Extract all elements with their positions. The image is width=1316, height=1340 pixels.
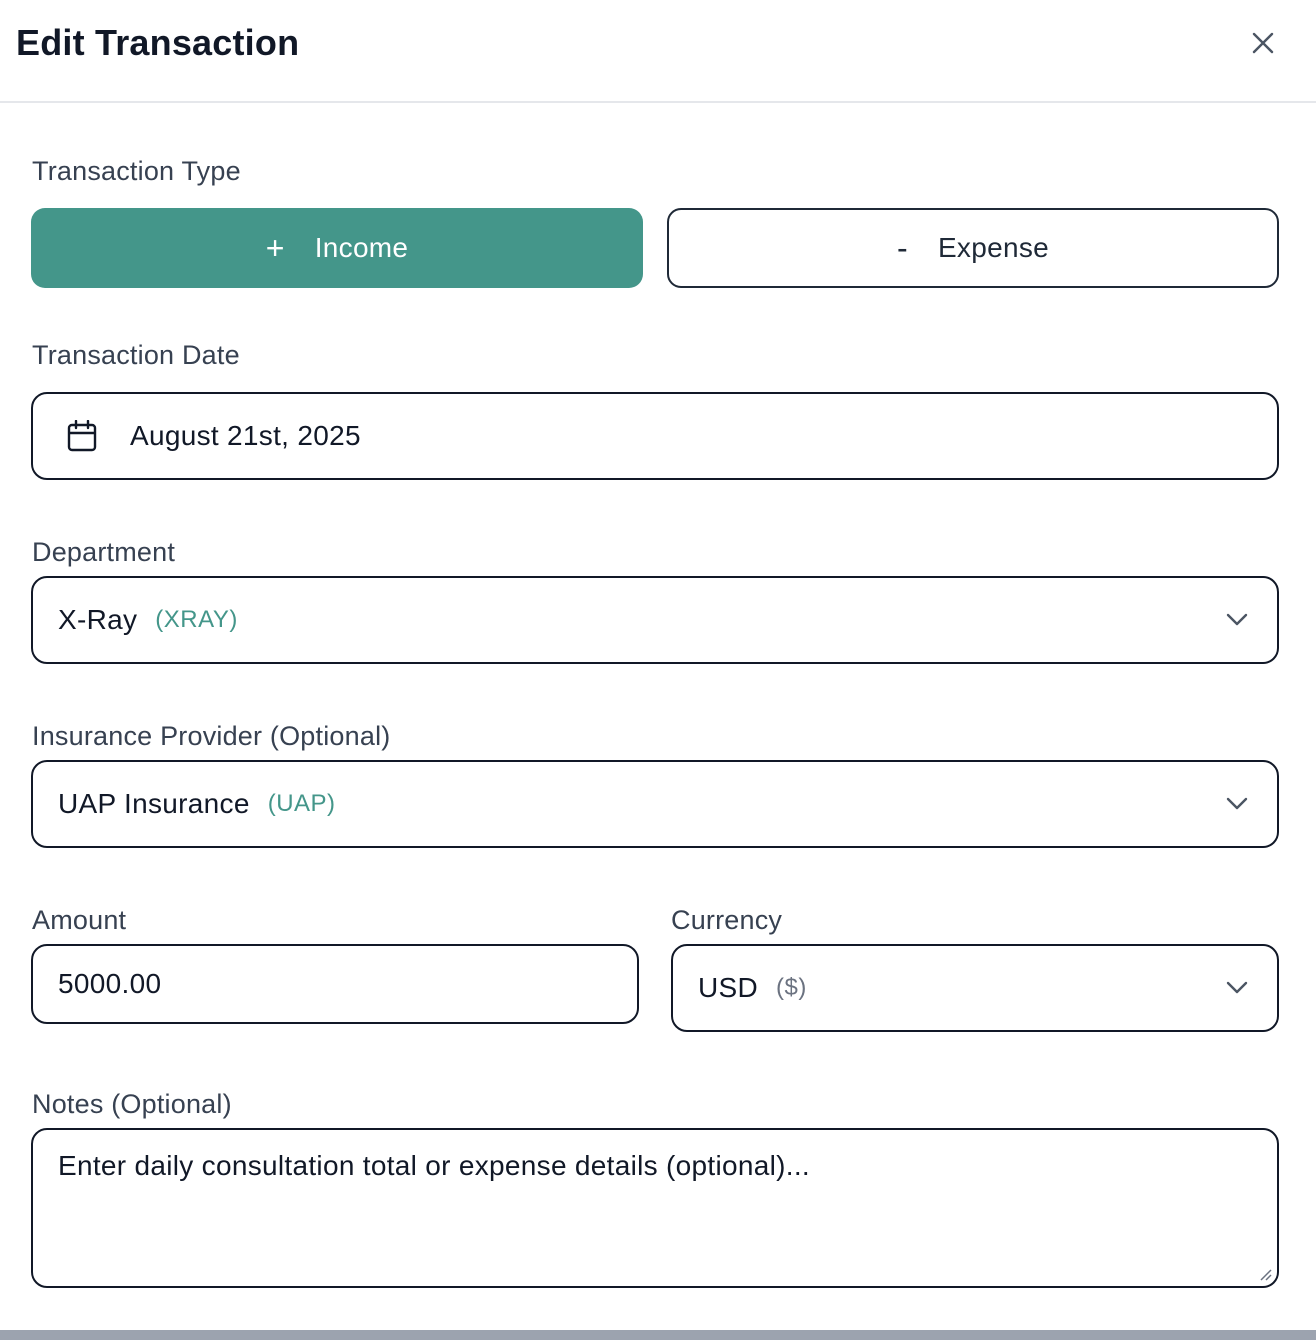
chevron-down-icon [1223,606,1251,634]
resize-grip-icon[interactable] [1257,1266,1273,1282]
amount-value: 5000.00 [58,968,162,999]
chevron-down-icon [1223,974,1251,1002]
amount-input[interactable]: 5000.00 [31,944,639,1024]
dialog-header: Edit Transaction [0,0,1316,103]
expense-button[interactable]: - Expense [667,208,1279,288]
currency-symbol: ($) [776,974,807,1001]
department-code: (XRAY) [155,606,238,633]
minus-icon: - [896,229,908,266]
dialog-title: Edit Transaction [16,22,300,63]
expense-button-label: Expense [937,232,1050,263]
close-icon [1252,32,1274,54]
income-button[interactable]: + Income [31,208,643,288]
notes-placeholder: Enter daily consultation total or expens… [58,1150,810,1181]
date-value: August 21st, 2025 [130,420,361,451]
transaction-type-label: Transaction Type [32,156,241,186]
department-select[interactable]: X-Ray (XRAY) [31,576,1279,664]
department-value: X-Ray [58,604,138,635]
date-picker[interactable]: August 21st, 2025 [31,392,1279,480]
notes-label: Notes (Optional) [32,1089,232,1119]
income-button-label: Income [314,232,409,263]
department-label: Department [32,537,176,567]
currency-label: Currency [671,905,783,935]
amount-label: Amount [32,905,127,935]
insurance-value: UAP Insurance [58,788,250,819]
close-button[interactable] [1244,24,1282,62]
notes-textarea[interactable]: Enter daily consultation total or expens… [31,1128,1279,1288]
insurance-label: Insurance Provider (Optional) [32,721,391,751]
calendar-icon [67,420,97,452]
insurance-code: (UAP) [267,790,336,817]
insurance-select[interactable]: UAP Insurance (UAP) [31,760,1279,848]
plus-icon: + [265,229,285,266]
bottom-edge [0,1330,1316,1340]
currency-select[interactable]: USD ($) [671,944,1279,1032]
chevron-down-icon [1223,790,1251,818]
transaction-date-label: Transaction Date [32,340,240,370]
currency-value: USD [698,972,759,1003]
